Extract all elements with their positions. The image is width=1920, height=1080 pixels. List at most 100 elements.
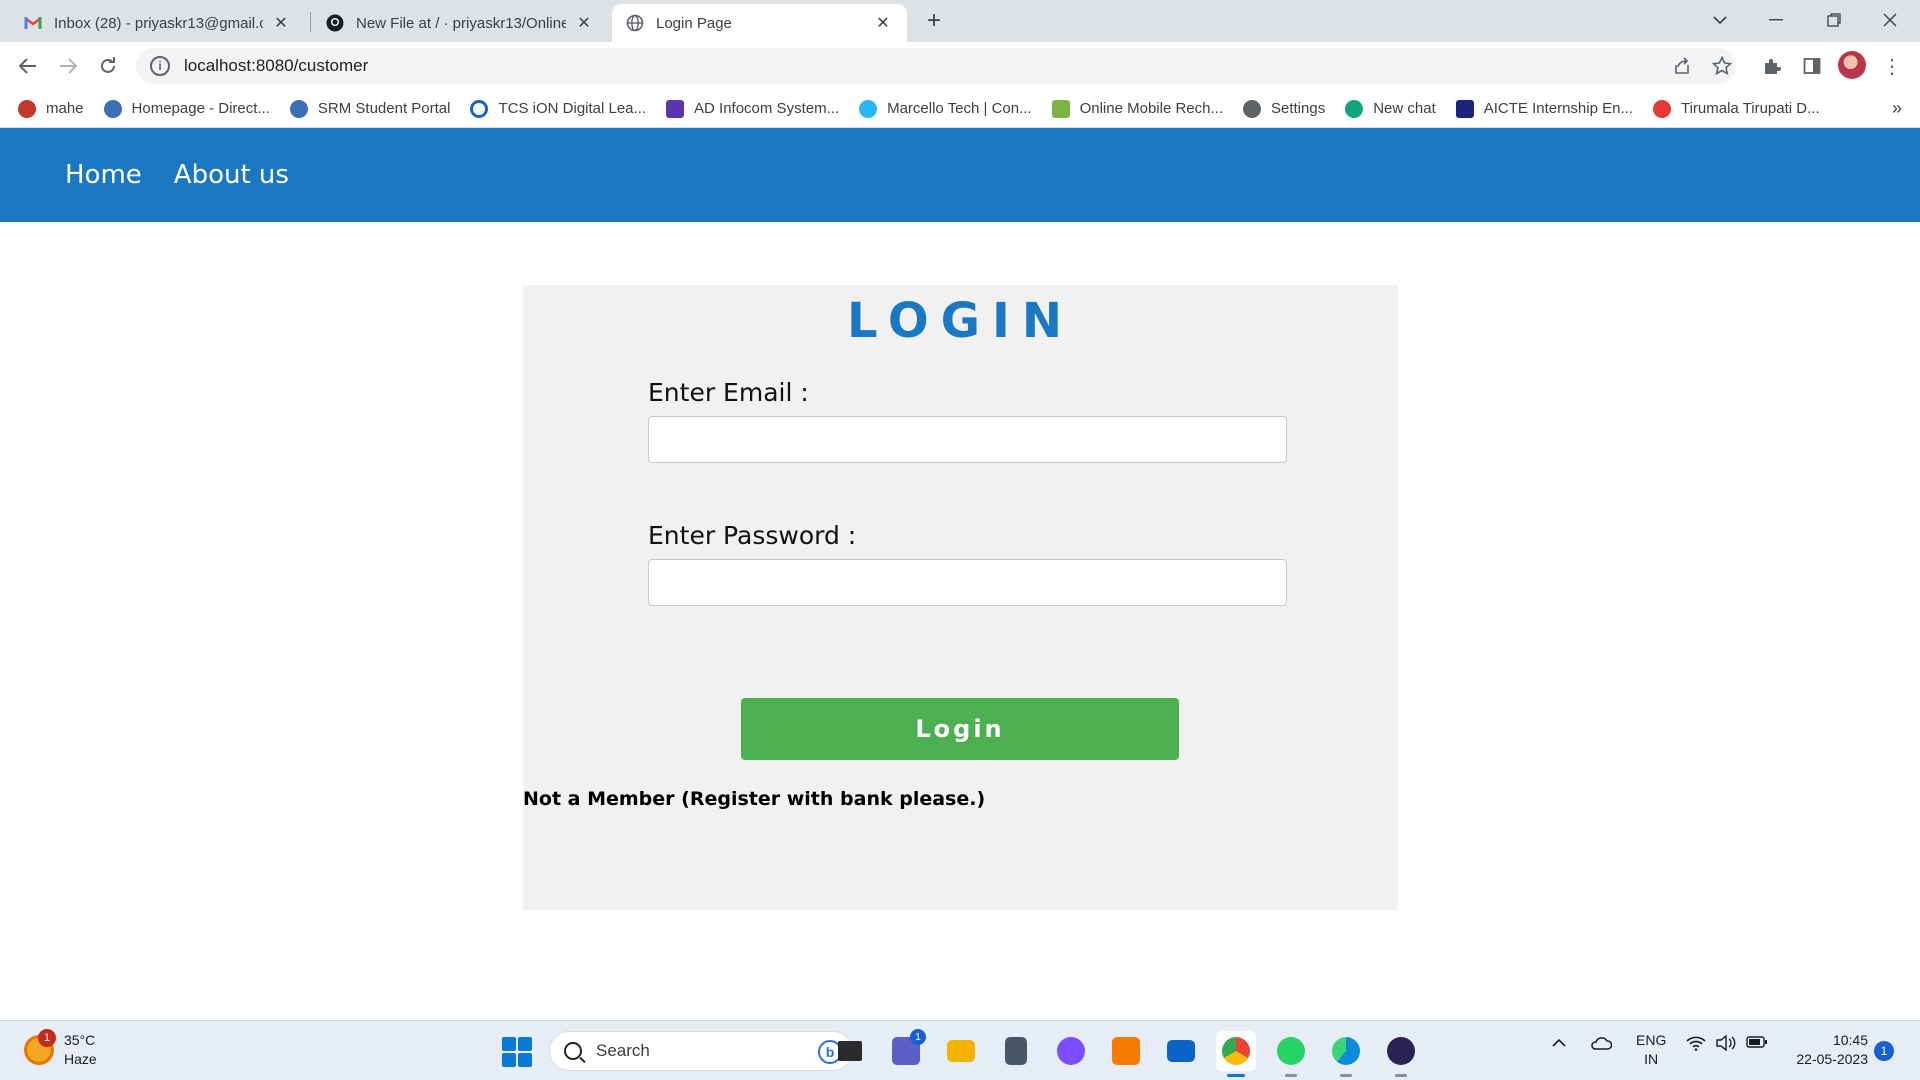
bookmark-ad-infocom[interactable]: AD Infocom System... [666,99,839,118]
edge-icon[interactable] [1326,1031,1366,1077]
chrome-icon[interactable] [1216,1031,1256,1077]
star-bookmark-icon[interactable] [1706,50,1738,82]
bookmark-tirumala-tirupati[interactable]: Tirumala Tirupati D... [1652,99,1820,118]
browser-toolbar: i localhost:8080/customer ⋮ [0,42,1920,90]
whatsapp-icon[interactable] [1271,1031,1311,1077]
tab-github-new-file[interactable]: New File at / · priyaskr13/Online- ✕ [312,4,608,42]
site-navbar: Home About us [0,128,1920,222]
close-icon[interactable]: ✕ [271,13,291,33]
extensions-puzzle-icon[interactable] [1756,50,1788,82]
close-icon[interactable]: ✕ [873,13,893,33]
side-panel-icon[interactable] [1796,50,1828,82]
running-app-indicator [1395,1074,1407,1077]
login-button[interactable]: Login [741,698,1179,760]
bookmark-homepage-direct[interactable]: Homepage - Direct... [103,99,270,118]
url-text[interactable]: localhost:8080/customer [184,56,368,76]
nav-about-us-link[interactable]: About us [174,160,289,190]
aicte-logo-icon [1455,99,1474,118]
bookmark-settings[interactable]: Settings [1243,99,1325,118]
portal-logo-icon [289,99,308,118]
password-label: Enter Password : [648,521,857,550]
running-app-indicator [1285,1074,1297,1077]
bookmark-marcello-tech[interactable]: Marcello Tech | Con... [859,99,1032,118]
bookmark-online-mobile-recharge[interactable]: Online Mobile Rech... [1051,99,1223,118]
clock-date: 22-05-2023 [1796,1051,1868,1067]
more-menu-icon[interactable]: ⋮ [1880,50,1904,82]
chatgpt-logo-icon [1345,99,1364,118]
bookmark-tcs-ion[interactable]: TCS iON Digital Lea... [470,99,646,118]
tab-search-chevron-icon[interactable] [1692,0,1748,40]
share-icon[interactable] [1666,50,1698,82]
file-explorer-icon[interactable] [941,1031,981,1071]
show-hidden-icons-chevron-icon[interactable] [1552,1035,1566,1053]
tab-title: New File at / · priyaskr13/Online- [356,14,566,32]
teams-badge: 1 [910,1029,926,1045]
system-clock[interactable]: 10:45 22-05-2023 [1788,1031,1868,1069]
portal-logo-icon [103,99,122,118]
snipping-tool-icon[interactable] [1051,1031,1091,1071]
restore-button[interactable] [1806,0,1862,40]
register-note: Not a Member (Register with bank please.… [523,788,986,810]
bookmark-new-chat[interactable]: New chat [1345,99,1436,118]
eclipse-icon[interactable] [1381,1031,1421,1077]
power-icon [470,99,489,118]
weather-sun-icon: 1 [24,1029,56,1065]
forward-arrow-icon[interactable] [52,50,84,82]
minimize-button[interactable] [1748,0,1804,40]
close-window-button[interactable] [1862,0,1918,40]
taskbar-search-box[interactable]: Search b [549,1031,853,1071]
volume-icon[interactable] [1716,1034,1736,1056]
weather-alert-badge: 1 [38,1029,56,1047]
email-field[interactable] [648,416,1287,463]
weather-temperature: 35°C [64,1032,96,1048]
marcello-logo-icon [859,99,878,118]
battery-icon[interactable] [1746,1035,1768,1054]
weather-description: Haze [64,1051,97,1067]
weather-widget[interactable]: 1 35°C Haze [24,1029,97,1069]
tab-login-page[interactable]: Login Page ✕ [612,4,907,42]
bookmark-mahe[interactable]: mahe [18,99,84,118]
new-tab-button[interactable]: + [920,8,948,36]
notification-badge[interactable]: 1 [1874,1041,1894,1061]
gear-icon [1243,99,1261,118]
task-view-icon[interactable] [830,1031,870,1071]
profile-avatar[interactable] [1838,51,1866,79]
login-form-container: LOGIN Enter Email : Enter Password : Log… [523,285,1398,910]
mahe-logo-icon [18,99,36,118]
spreadsheet-app-icon[interactable] [1106,1031,1146,1071]
globe-icon [626,14,644,32]
running-app-indicator [1340,1074,1352,1077]
address-bar[interactable]: i localhost:8080/customer [136,48,1736,84]
bookmark-aicte-internship[interactable]: AICTE Internship En... [1455,99,1633,118]
tab-title: Inbox (28) - priyaskr13@gmail.co [54,14,263,32]
nav-home-link[interactable]: Home [65,160,142,190]
browser-tab-strip: Inbox (28) - priyaskr13@gmail.co ✕ New F… [0,0,1920,42]
recharge-logo-icon [1051,99,1070,118]
tab-divider [310,12,311,32]
close-icon[interactable]: ✕ [574,13,594,33]
search-label: Search [596,1041,650,1060]
ttd-logo-icon [1652,99,1671,118]
start-windows-icon[interactable] [502,1037,532,1067]
tab-gmail-inbox[interactable]: Inbox (28) - priyaskr13@gmail.co ✕ [10,4,305,42]
onedrive-cloud-icon[interactable] [1590,1035,1613,1056]
site-info-icon[interactable]: i [150,56,170,76]
calculator-icon[interactable] [996,1031,1036,1071]
mail-icon[interactable] [1161,1031,1201,1071]
bookmarks-bar: mahe Homepage - Direct... SRM Student Po… [0,90,1920,128]
bookmarks-overflow-chevron-icon[interactable]: » [1892,98,1902,119]
github-icon [326,14,344,32]
teams-icon[interactable]: 1 [886,1029,926,1071]
windows-taskbar: 1 35°C Haze Search b 1 ENG IN 10:45 22-0… [0,1020,1920,1080]
back-arrow-icon[interactable] [12,50,44,82]
gmail-icon [24,14,42,32]
email-label: Enter Email : [648,378,809,407]
wifi-icon[interactable] [1686,1035,1706,1056]
search-icon [564,1042,582,1060]
password-field[interactable] [648,559,1287,606]
tab-title: Login Page [656,14,732,32]
reload-icon[interactable] [92,50,124,82]
bookmark-srm-student-portal[interactable]: SRM Student Portal [289,99,450,118]
web-page: Home About us LOGIN Enter Email : Enter … [0,128,1920,1020]
language-indicator[interactable]: ENG IN [1636,1031,1666,1069]
